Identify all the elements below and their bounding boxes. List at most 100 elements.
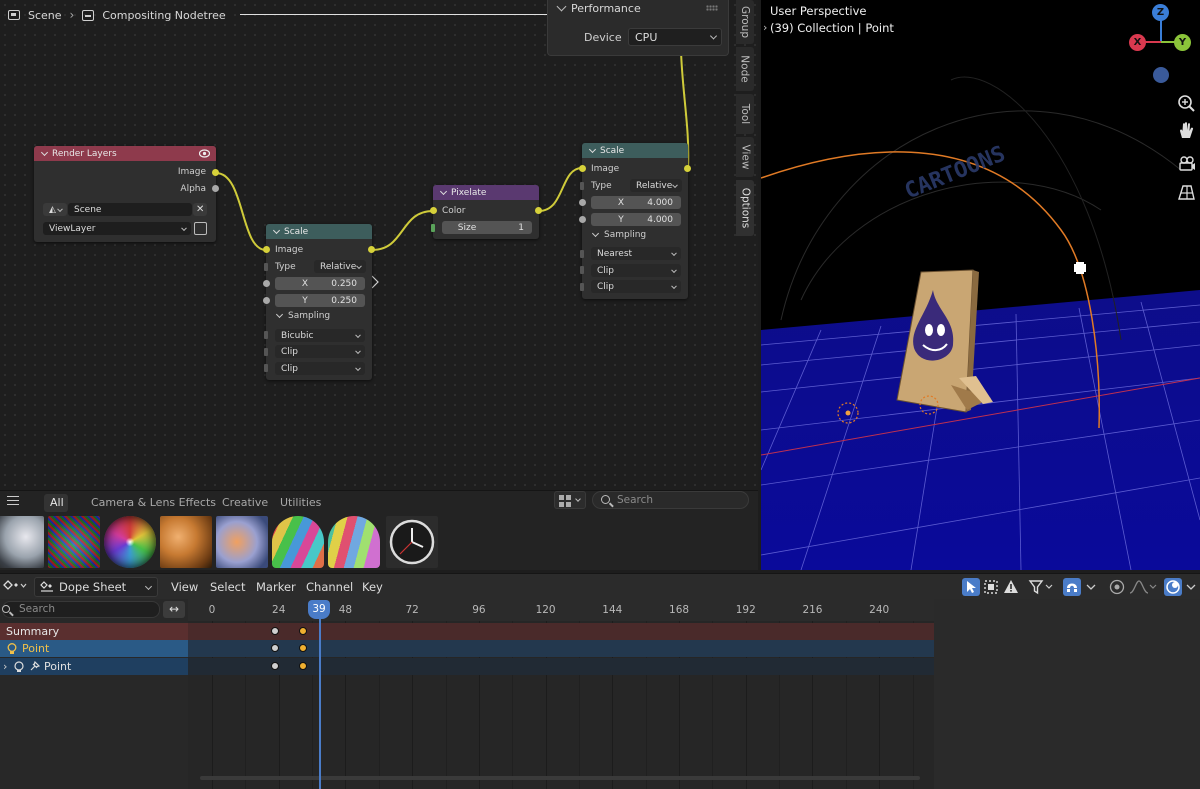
current-frame-indicator[interactable]: 39 <box>308 600 330 619</box>
image-output-socket[interactable] <box>212 169 219 176</box>
grid-ortho-icon[interactable] <box>1175 181 1197 203</box>
breadcrumb-nodetree[interactable]: Compositing Nodetree <box>102 9 225 22</box>
asset-search-input[interactable]: Search <box>592 491 749 509</box>
only-selected-button[interactable] <box>962 578 980 596</box>
performance-header[interactable]: Performance <box>556 1 641 15</box>
image-input-socket[interactable] <box>263 246 270 253</box>
view-layer-dropdown[interactable]: ViewLayer <box>43 222 191 235</box>
tab-utilities[interactable]: Utilities <box>280 496 321 509</box>
tab-creative[interactable]: Creative <box>222 496 268 509</box>
pan-hand-icon[interactable] <box>1175 120 1197 142</box>
x-input-socket[interactable] <box>579 199 586 206</box>
channel-search-input[interactable]: Search <box>2 601 160 618</box>
zoom-icon[interactable] <box>1175 92 1197 114</box>
node-header[interactable]: Render Layers <box>34 146 216 161</box>
navigation-gizmo[interactable]: Z X Y <box>1126 0 1196 90</box>
3d-viewport[interactable]: CARTOONS › User Perspective (39) Collect… <box>761 0 1200 570</box>
filter-dropdown[interactable]: Nearest <box>591 247 681 260</box>
clip-dropdown-2[interactable]: Clip <box>591 280 681 293</box>
performance-panel[interactable]: Performance Device CPU <box>547 0 729 56</box>
tab-group[interactable]: Group <box>736 0 754 44</box>
z-axis-button[interactable]: Z <box>1152 4 1169 21</box>
x-field[interactable]: X 0.250 <box>275 277 365 290</box>
asset-thumbnail[interactable] <box>386 516 438 568</box>
render-layers-node[interactable]: Render Layers Image Alpha ◭ Scene ✕ View… <box>34 146 219 242</box>
scene-selector[interactable]: ◭ <box>43 203 67 216</box>
falloff-dropdown[interactable] <box>1128 578 1158 596</box>
dope-sheet-timeline[interactable]: 0 24 48 72 96 120 144 168 192 216 240 39 <box>188 599 934 789</box>
expand-caret-icon[interactable]: › <box>763 21 767 34</box>
filter-dropdown[interactable]: Bicubic <box>275 329 365 342</box>
node-header[interactable]: Scale <box>582 143 688 158</box>
x-input-socket[interactable] <box>263 280 270 287</box>
menu-view[interactable]: View <box>171 580 198 594</box>
device-dropdown[interactable]: CPU <box>628 28 722 46</box>
y-field[interactable]: Y 4.000 <box>591 213 681 226</box>
overlay-button[interactable] <box>1164 578 1182 596</box>
sampling-panel[interactable]: Sampling <box>591 229 646 240</box>
clip-dropdown-1[interactable]: Clip <box>591 264 681 277</box>
y-axis-button[interactable]: Y <box>1174 34 1191 51</box>
node-header[interactable]: Scale <box>266 224 372 239</box>
scene-field[interactable]: Scene <box>68 203 192 216</box>
drag-grip-icon[interactable] <box>706 5 718 11</box>
type-dropdown[interactable]: Relative <box>314 260 366 273</box>
image-input-socket[interactable] <box>579 165 586 172</box>
asset-thumbnail[interactable] <box>328 516 380 568</box>
tab-tool[interactable]: Tool <box>736 94 754 134</box>
sampling-panel[interactable]: Sampling <box>275 310 330 321</box>
asset-thumbnail[interactable] <box>272 516 324 568</box>
playhead-line[interactable] <box>319 619 321 789</box>
y-input-socket[interactable] <box>263 297 270 304</box>
only-errors-button[interactable] <box>1002 578 1020 596</box>
keyframe[interactable] <box>298 662 307 670</box>
scale-node-2[interactable]: Scale Image Type Relative X 4.000 Y 4.00… <box>579 143 691 299</box>
y-field[interactable]: Y 0.250 <box>275 294 365 307</box>
image-output-socket[interactable] <box>368 246 375 253</box>
image-output-socket[interactable] <box>684 165 691 172</box>
camera-view-icon[interactable] <box>1175 152 1197 174</box>
keyframe[interactable] <box>271 644 280 652</box>
asset-browser[interactable]: All Camera & Lens Effects Creative Utili… <box>0 490 758 570</box>
filter-dropdown[interactable] <box>1028 578 1056 596</box>
asset-thumbnail[interactable] <box>0 516 44 568</box>
keyframe[interactable] <box>271 662 280 670</box>
show-hidden-button[interactable] <box>982 578 1000 596</box>
channel-summary[interactable]: Summary <box>0 623 188 640</box>
scale-node-1[interactable]: Scale Image Type Relative X 0.250 Y 0.25… <box>263 224 375 380</box>
render-view-layer-icon[interactable] <box>194 222 207 235</box>
keyframe[interactable] <box>298 627 307 635</box>
tab-all[interactable]: All <box>50 496 64 509</box>
type-dropdown[interactable]: Relative <box>630 179 682 192</box>
tab-view[interactable]: View <box>736 137 754 177</box>
channel-point-object[interactable]: Point <box>0 640 188 657</box>
x-axis-button[interactable]: X <box>1129 34 1146 51</box>
hamburger-menu-icon[interactable] <box>7 496 19 505</box>
collapse-chevron-icon[interactable] <box>439 187 448 196</box>
menu-key[interactable]: Key <box>362 580 383 594</box>
asset-thumbnail[interactable] <box>216 516 268 568</box>
color-output-socket[interactable] <box>535 207 542 214</box>
display-mode-dropdown[interactable] <box>554 491 586 509</box>
menu-marker[interactable]: Marker <box>256 580 296 594</box>
tab-options[interactable]: Options <box>736 180 754 236</box>
clear-scene-button[interactable]: ✕ <box>193 203 207 216</box>
alpha-output-socket[interactable] <box>212 185 219 192</box>
auto-snap-button[interactable] <box>1063 578 1081 596</box>
menu-select[interactable]: Select <box>210 580 245 594</box>
editor-type-icon[interactable] <box>2 578 28 596</box>
tab-node[interactable]: Node <box>736 47 754 91</box>
y-input-socket[interactable] <box>579 216 586 223</box>
horizontal-scrollbar[interactable] <box>200 776 920 780</box>
asset-thumbnail[interactable] <box>48 516 100 568</box>
swap-filter-button[interactable]: ↔ <box>163 601 185 618</box>
x-field[interactable]: X 4.000 <box>591 196 681 209</box>
asset-thumbnail[interactable] <box>104 516 156 568</box>
channel-point-data[interactable]: › Point <box>0 658 188 675</box>
clip-dropdown-1[interactable]: Clip <box>275 345 365 358</box>
collapse-chevron-icon[interactable] <box>40 148 49 157</box>
tab-camera-lens-effects[interactable]: Camera & Lens Effects <box>91 496 216 509</box>
breadcrumb-scene[interactable]: Scene <box>28 9 62 22</box>
keyframe[interactable] <box>271 627 280 635</box>
node-editor[interactable]: Scene › Compositing Nodetree Render Laye… <box>0 0 758 490</box>
